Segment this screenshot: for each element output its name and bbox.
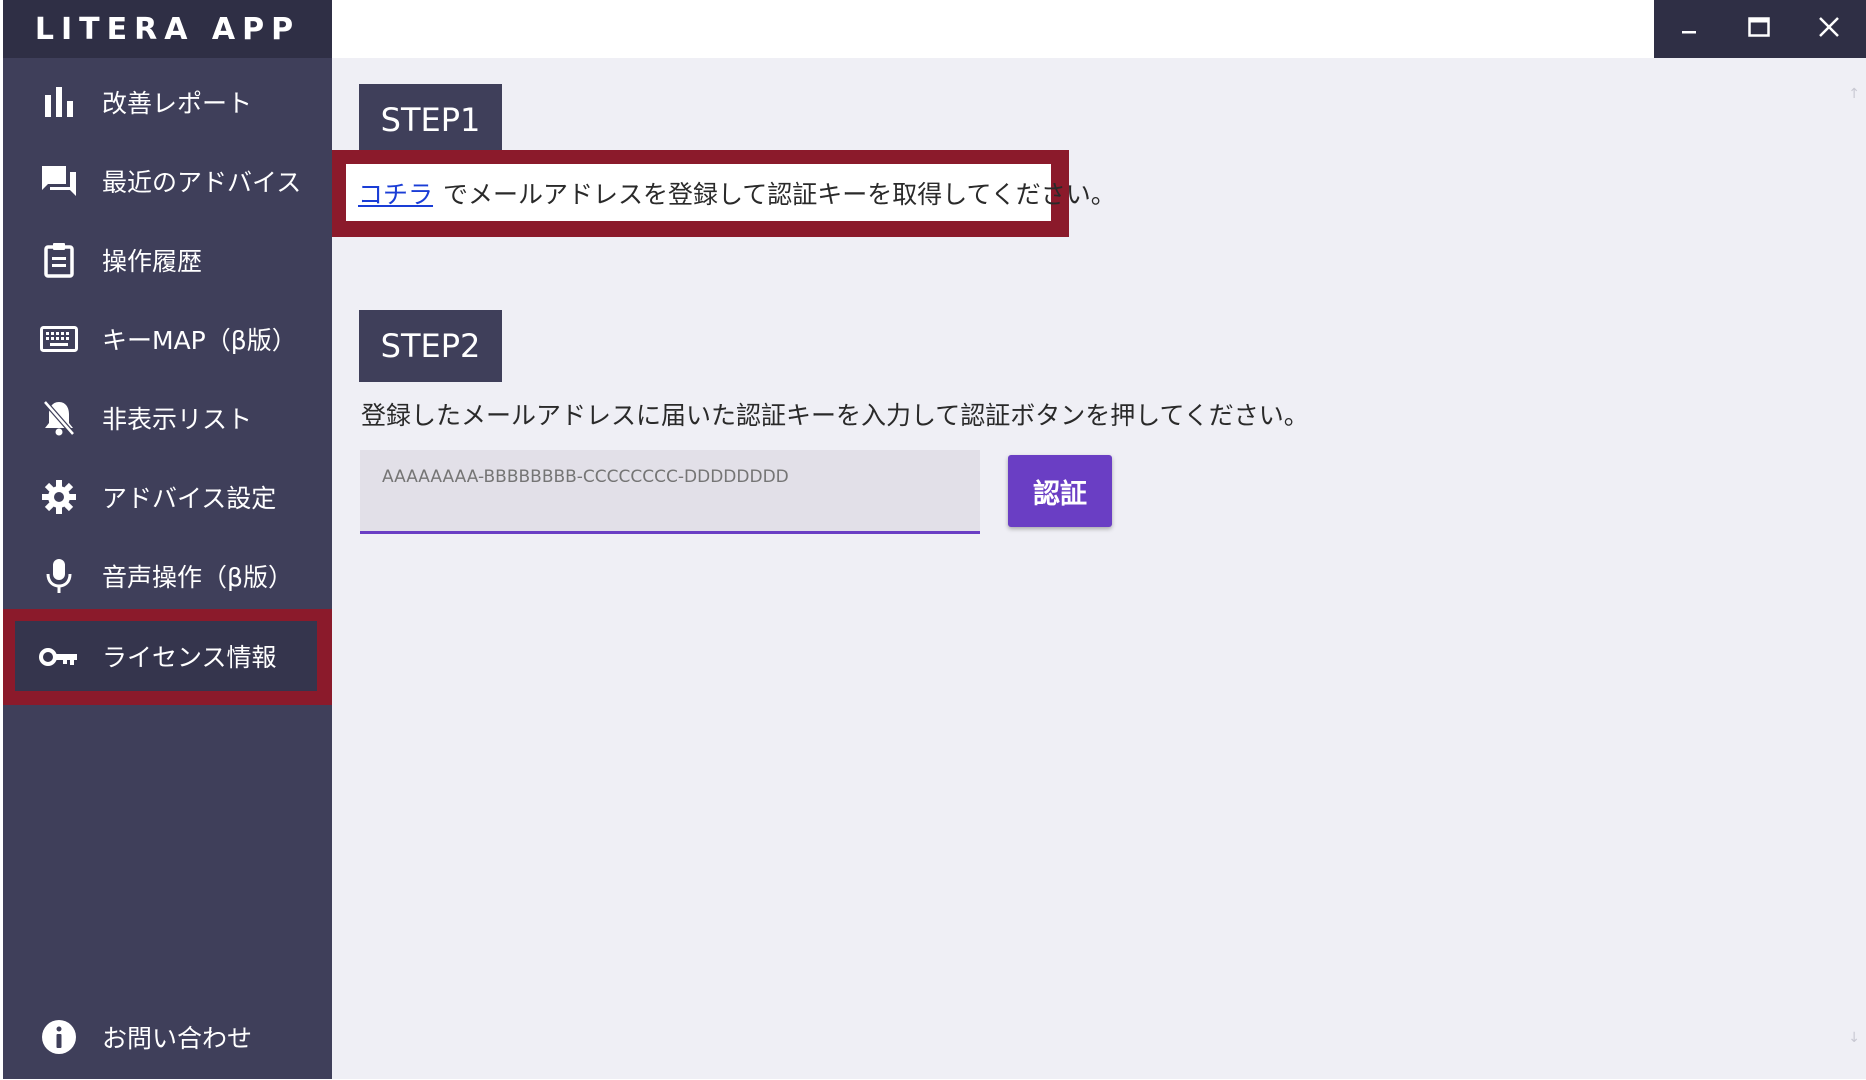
minimize-button[interactable] [1654, 0, 1724, 58]
sidebar-item-label: 最近のアドバイス [102, 167, 302, 197]
step2-instruction: 登録したメールアドレスに届いた認証キーを入力して認証ボタンを押してください。 [361, 401, 1309, 430]
sidebar-item-improvement-report[interactable]: 改善レポート [3, 62, 332, 141]
bell-off-icon [39, 398, 79, 438]
window-controls [1654, 0, 1866, 58]
close-button[interactable] [1794, 0, 1864, 58]
app-title: LITERA APP [3, 0, 332, 58]
chat-icon [39, 161, 79, 201]
license-key-input[interactable] [382, 462, 962, 492]
sidebar-item-operation-history[interactable]: 操作履歴 [3, 220, 332, 299]
sidebar-item-label: アドバイス設定 [102, 483, 277, 513]
step1-highlight-box: コチラ でメールアドレスを登録して認証キーを取得してください。 [332, 150, 1116, 237]
sidebar-item-label: キーMAP（β版） [102, 325, 297, 355]
step1-header: STEP1 [359, 84, 502, 156]
title-bar [332, 0, 1866, 58]
step1-text: でメールアドレスを登録して認証キーを取得してください。 [443, 179, 1116, 209]
sidebar-item-label: 非表示リスト [102, 404, 253, 434]
maximize-icon [1748, 17, 1770, 41]
step1-instruction: コチラ でメールアドレスを登録して認証キーを取得してください。 [346, 164, 1116, 221]
sidebar-item-license-info[interactable]: ライセンス情報 [3, 609, 332, 705]
clipboard-icon [39, 240, 79, 280]
step2-header: STEP2 [359, 310, 502, 382]
scroll-up-icon[interactable]: ↑ [1848, 86, 1860, 102]
sidebar: LITERA APP 改善レポート 最近のアドバイス 操作履歴 キーMAP（β版… [3, 0, 332, 1079]
sidebar-item-label: 操作履歴 [102, 246, 203, 276]
scroll-down-icon[interactable]: ↓ [1848, 1030, 1860, 1046]
sidebar-item-recent-advice[interactable]: 最近のアドバイス [3, 141, 332, 220]
sidebar-item-label: ライセンス情報 [102, 643, 277, 672]
main-content: ↑ STEP1 コチラ でメールアドレスを登録して認証キーを取得してください。 … [332, 58, 1866, 1079]
sidebar-item-voice-control[interactable]: 音声操作（β版） [3, 536, 332, 615]
sidebar-item-label: 音声操作（β版） [102, 562, 293, 592]
sidebar-item-advice-settings[interactable]: アドバイス設定 [3, 457, 332, 536]
authenticate-button[interactable]: 認証 [1008, 455, 1112, 527]
microphone-icon [39, 556, 79, 596]
keyboard-icon [39, 319, 79, 359]
sidebar-item-contact[interactable]: お問い合わせ [3, 997, 332, 1076]
close-icon [1818, 16, 1840, 42]
info-icon [39, 1017, 79, 1057]
maximize-button[interactable] [1724, 0, 1794, 58]
sidebar-item-key-map[interactable]: キーMAP（β版） [3, 299, 332, 378]
bar-chart-icon [39, 82, 79, 122]
key-icon [39, 637, 79, 677]
app-window: LITERA APP 改善レポート 最近のアドバイス 操作履歴 キーMAP（β版… [0, 0, 1866, 1080]
sidebar-item-label: 改善レポート [102, 88, 253, 118]
sidebar-item-hidden-list[interactable]: 非表示リスト [3, 378, 332, 457]
gear-icon [39, 477, 79, 517]
register-link[interactable]: コチラ [358, 175, 433, 211]
sidebar-item-label: お問い合わせ [102, 1023, 253, 1053]
minimize-icon [1681, 19, 1697, 39]
license-key-field[interactable] [360, 450, 980, 534]
